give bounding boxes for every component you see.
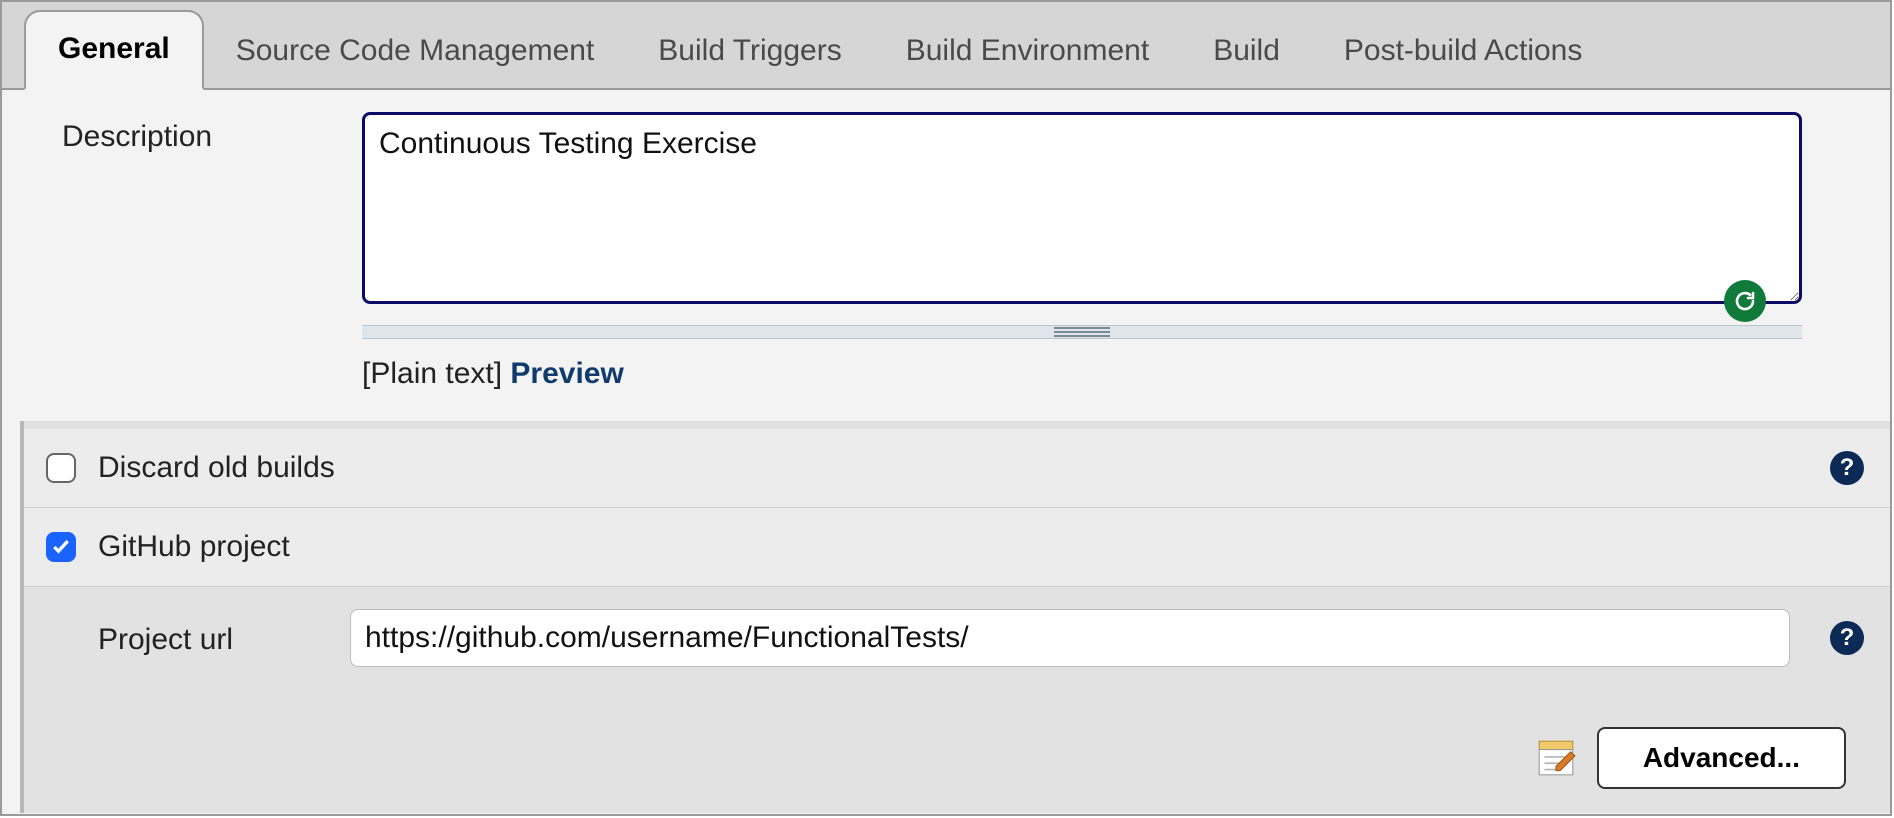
tab-general[interactable]: General [24,10,204,90]
help-icon[interactable]: ? [1830,451,1864,485]
preview-link[interactable]: Preview [510,357,623,390]
github-project-checkbox[interactable] [46,532,76,562]
project-url-input[interactable] [350,609,1790,667]
discard-old-builds-label: Discard old builds [98,451,335,485]
discard-old-builds-checkbox[interactable] [46,453,76,483]
project-url-row: Project url ? [24,586,1890,689]
tab-scm[interactable]: Source Code Management [204,14,627,90]
notepad-icon [1535,737,1577,779]
tab-build-triggers[interactable]: Build Triggers [626,14,873,90]
textarea-resize-handle[interactable] [362,325,1802,339]
grammarly-icon[interactable] [1724,280,1766,322]
description-label: Description [62,112,362,391]
discard-old-builds-row: Discard old builds ? [24,429,1890,507]
github-project-label: GitHub project [98,530,290,564]
tab-build[interactable]: Build [1181,14,1312,90]
help-icon[interactable]: ? [1830,621,1864,655]
project-url-label: Project url [98,609,350,657]
github-project-footer: Advanced... [24,689,1890,813]
description-textarea[interactable] [362,112,1802,304]
config-tabs: General Source Code Management Build Tri… [2,2,1890,90]
tab-build-environment[interactable]: Build Environment [874,14,1181,90]
plain-text-label: [Plain text] [362,357,510,390]
advanced-button[interactable]: Advanced... [1597,727,1846,789]
tab-post-build-actions[interactable]: Post-build Actions [1312,14,1614,90]
github-project-row: GitHub project [24,507,1890,586]
